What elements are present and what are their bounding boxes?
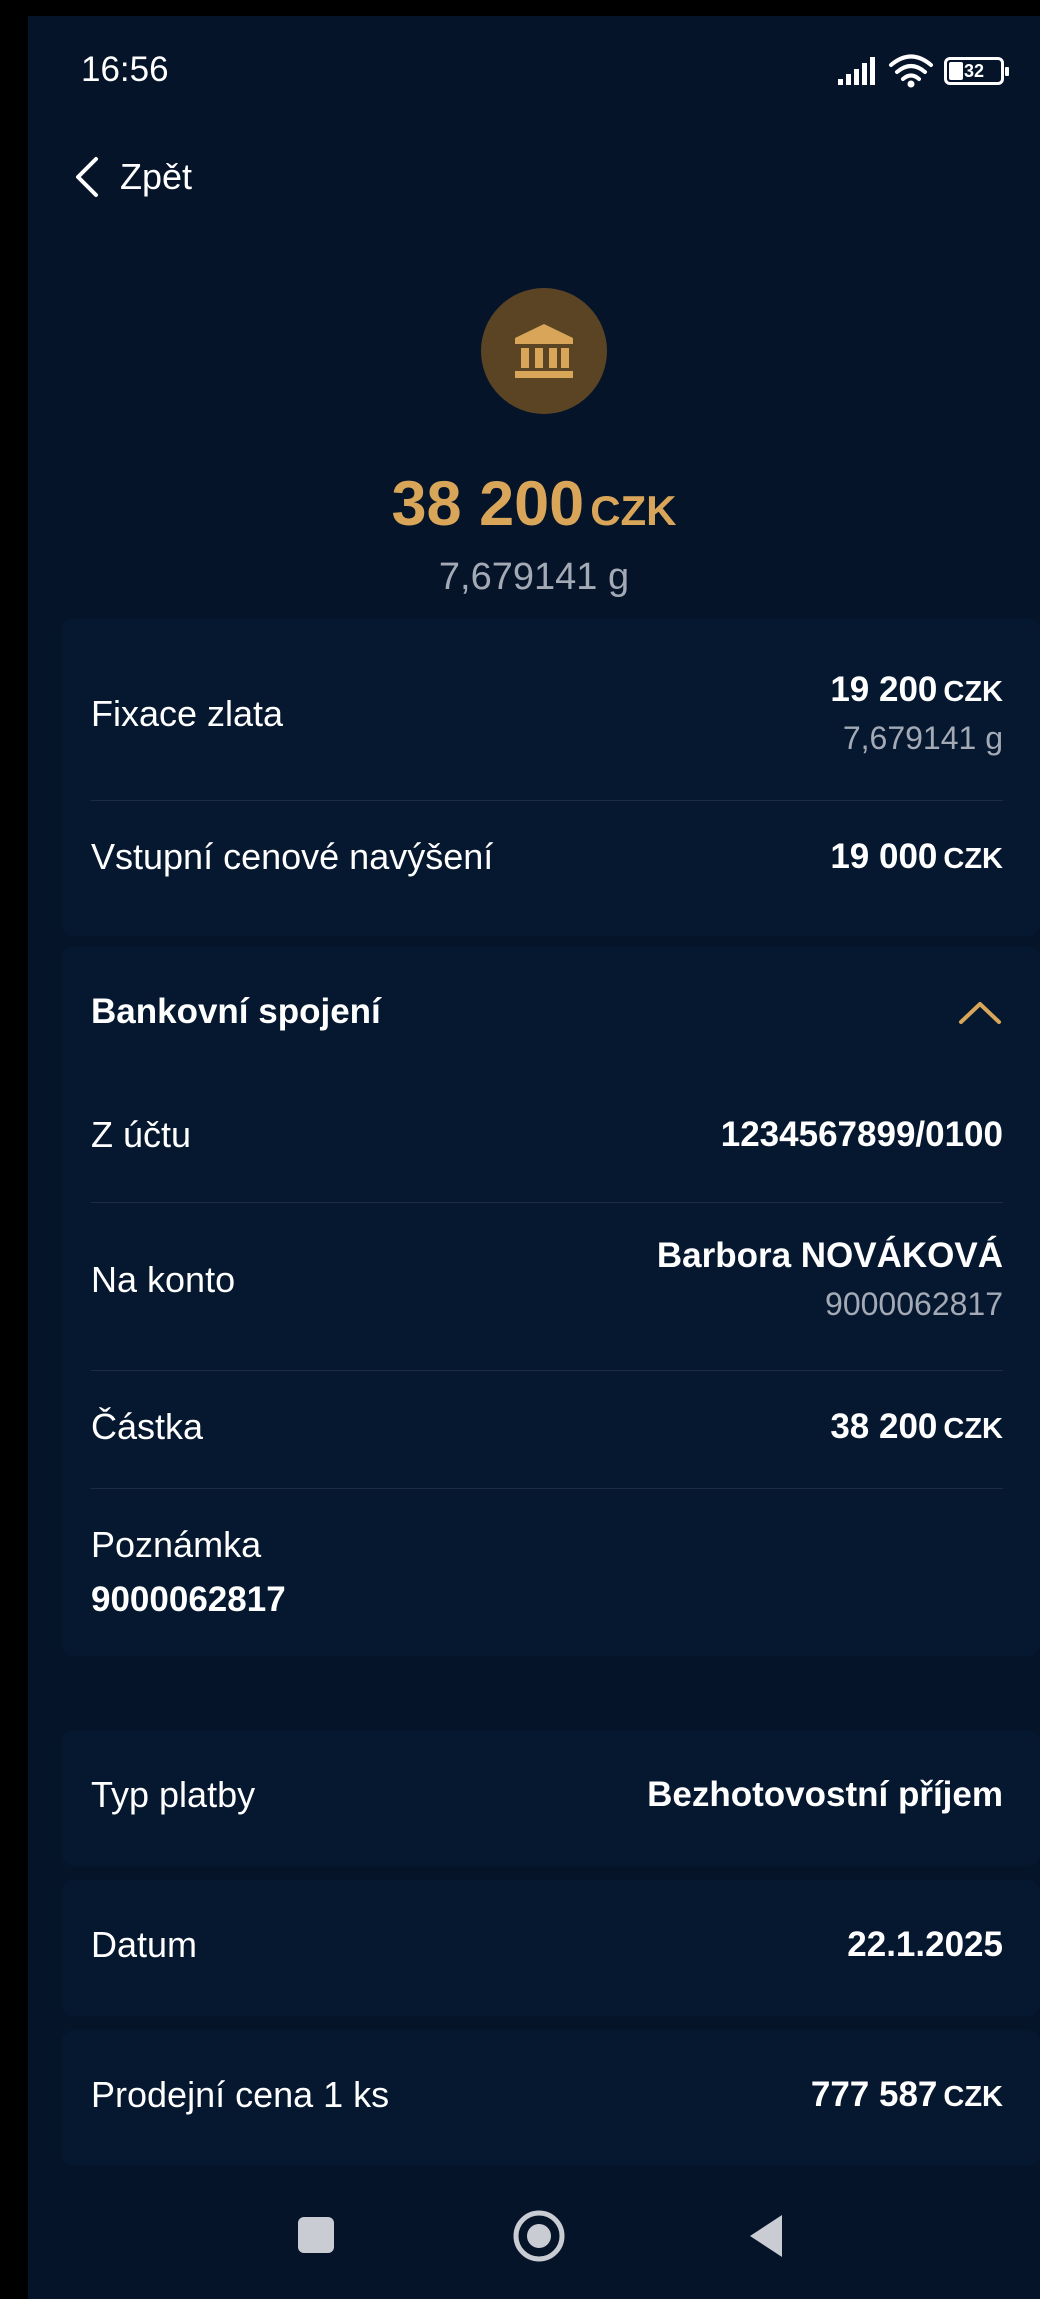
to-account-row: Na konto Barbora NOVÁKOVÁ 9000062817 bbox=[91, 1236, 1003, 1323]
wifi-icon bbox=[889, 54, 933, 88]
fee-label: Vstupní cenové navýšení bbox=[91, 836, 494, 877]
divider bbox=[91, 800, 1003, 801]
fixation-currency: CZK bbox=[943, 676, 1003, 708]
from-account-value: 1234567899/0100 bbox=[720, 1115, 1003, 1154]
fixation-amount: 19 200 bbox=[830, 670, 938, 709]
price-row: Prodejní cena 1 ks 777 587 CZK bbox=[91, 2074, 1003, 2116]
to-account-label: Na konto bbox=[91, 1258, 236, 1300]
amount-label: Částka bbox=[91, 1406, 204, 1447]
payment-type-card: Typ platby Bezhotovostní příjem bbox=[62, 1730, 1040, 1866]
price-label: Prodejní cena 1 ks bbox=[91, 2074, 390, 2115]
note-value: 9000062817 bbox=[91, 1580, 286, 1619]
summary-card: Fixace zlata 19 200 CZK 7,679141 g Vstupn… bbox=[62, 618, 1040, 936]
date-card: Datum 22.1.2025 bbox=[62, 1880, 1040, 2016]
status-icons: 32 bbox=[838, 54, 1009, 88]
battery-level: 32 bbox=[963, 60, 985, 81]
signal-icon bbox=[838, 57, 875, 85]
hero-amount: 38 200 CZK bbox=[28, 468, 1040, 540]
battery-icon: 32 bbox=[944, 57, 1009, 85]
status-bar: 16:56 32 bbox=[28, 16, 1040, 126]
fixation-row: Fixace zlata 19 200 CZK 7,679141 g bbox=[91, 670, 1003, 757]
back-triangle-icon[interactable] bbox=[746, 2213, 786, 2259]
system-nav-bar bbox=[28, 2189, 1040, 2299]
divider bbox=[91, 1488, 1003, 1489]
note-block: Poznámka 9000062817 bbox=[91, 1524, 286, 1620]
back-button[interactable]: Zpět bbox=[72, 142, 192, 212]
from-account-row: Z účtu 1234567899/0100 bbox=[91, 1114, 1003, 1156]
amount-currency: CZK bbox=[943, 1413, 1003, 1445]
price-currency: CZK bbox=[943, 2081, 1003, 2113]
home-icon[interactable] bbox=[512, 2209, 566, 2263]
fee-currency: CZK bbox=[943, 843, 1003, 875]
hero-amount-value: 38 200 bbox=[391, 469, 585, 539]
bank-icon-badge bbox=[481, 288, 607, 414]
payment-type-label: Typ platby bbox=[91, 1774, 256, 1815]
bank-section-title: Bankovní spojení bbox=[91, 992, 381, 1031]
app-screen: 16:56 32 Zpět 38 200 CZK 7,679141 g Fixa… bbox=[28, 16, 1040, 2299]
amount-number: 38 200 bbox=[830, 1407, 938, 1446]
to-account-value: Barbora NOVÁKOVÁ 9000062817 bbox=[657, 1236, 1003, 1323]
divider bbox=[91, 1202, 1003, 1203]
bank-icon bbox=[515, 324, 573, 378]
recipient-account: 9000062817 bbox=[825, 1286, 1003, 1322]
price-card: Prodejní cena 1 ks 777 587 CZK bbox=[62, 2030, 1040, 2166]
price-value: 777 587 CZK bbox=[811, 2075, 1003, 2115]
fee-row: Vstupní cenové navýšení 19 000 CZK bbox=[91, 836, 1003, 878]
fixation-label: Fixace zlata bbox=[91, 692, 284, 734]
amount-row: Částka 38 200 CZK bbox=[91, 1406, 1003, 1448]
fixation-grams: 7,679141 g bbox=[842, 720, 1003, 756]
fixation-value: 19 200 CZK 7,679141 g bbox=[830, 670, 1003, 757]
fee-amount: 19 000 bbox=[830, 837, 938, 876]
date-value: 22.1.2025 bbox=[847, 1925, 1003, 1964]
date-row: Datum 22.1.2025 bbox=[91, 1924, 1003, 1966]
divider bbox=[91, 1370, 1003, 1371]
payment-type-row: Typ platby Bezhotovostní příjem bbox=[91, 1774, 1003, 1816]
fee-value: 19 000 CZK bbox=[830, 837, 1003, 877]
back-label: Zpět bbox=[120, 156, 193, 197]
recipient-name: Barbora NOVÁKOVÁ bbox=[656, 1236, 1003, 1275]
payment-type-value: Bezhotovostní příjem bbox=[647, 1775, 1003, 1814]
chevron-up-icon[interactable] bbox=[957, 998, 1003, 1026]
hero-grams: 7,679141 g bbox=[438, 556, 630, 598]
bank-section-header[interactable]: Bankovní spojení bbox=[91, 992, 1003, 1032]
hero-amount-currency: CZK bbox=[590, 487, 677, 534]
amount-value: 38 200 CZK bbox=[830, 1407, 1003, 1447]
date-label: Datum bbox=[91, 1924, 198, 1965]
note-label: Poznámka bbox=[91, 1524, 262, 1565]
bank-card: Bankovní spojení Z účtu 1234567899/0100 … bbox=[62, 946, 1040, 1656]
recent-apps-icon[interactable] bbox=[296, 2215, 336, 2255]
status-time: 16:56 bbox=[81, 50, 169, 89]
chevron-left-icon bbox=[76, 157, 98, 197]
price-amount: 777 587 bbox=[810, 2075, 938, 2114]
from-account-label: Z účtu bbox=[91, 1114, 192, 1155]
